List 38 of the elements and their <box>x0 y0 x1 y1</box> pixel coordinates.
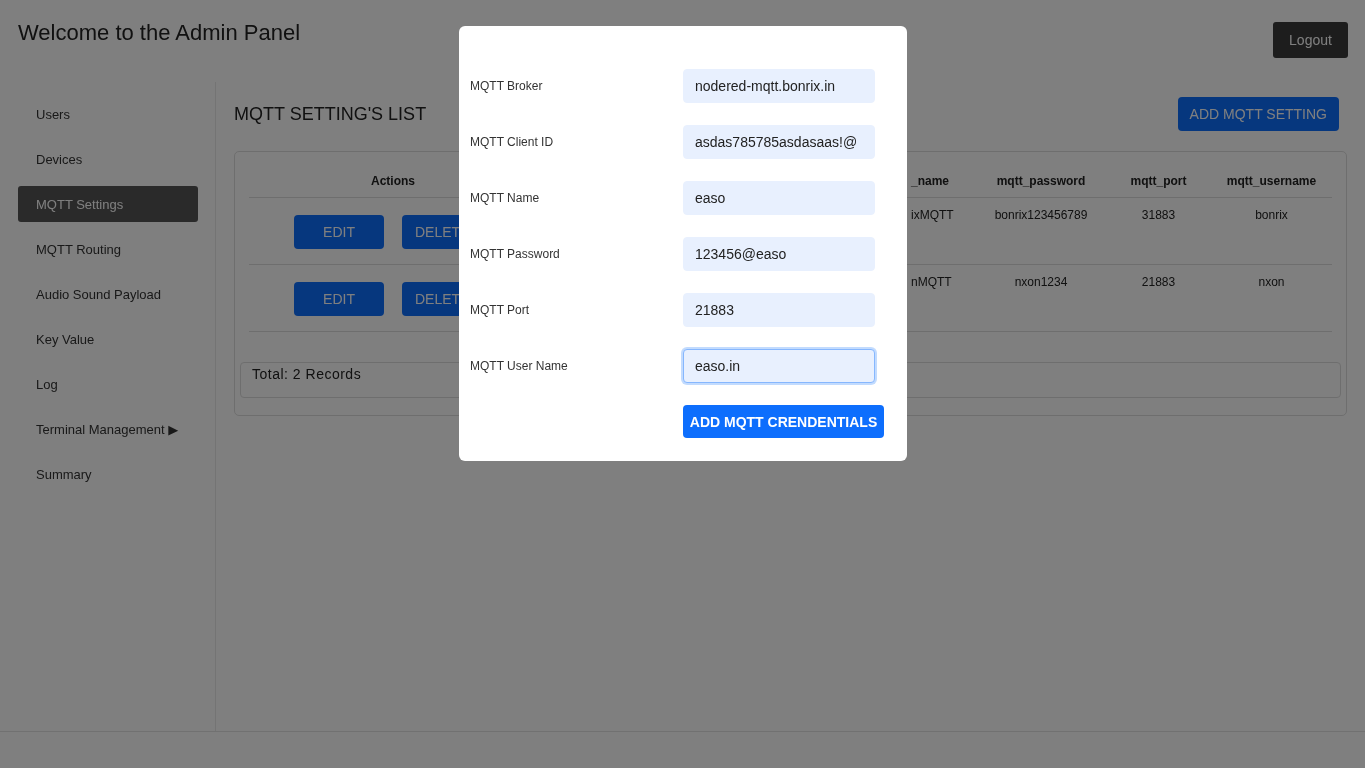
sidebar-item[interactable]: Log <box>18 366 198 402</box>
field-label: MQTT Client ID <box>470 135 555 149</box>
sidebar-item[interactable]: MQTT Routing <box>18 231 198 267</box>
field-label: MQTT Password <box>470 247 561 261</box>
column-header: _name <box>908 165 976 198</box>
table-cell: nxon <box>1211 265 1332 332</box>
sidebar-item[interactable]: Audio Sound Payload <box>18 276 198 312</box>
submit-button[interactable]: ADD MQTT CRENDENTIALS <box>683 405 884 438</box>
table-cell: 21883 <box>1106 265 1211 332</box>
sidebar-item[interactable]: MQTT Settings <box>18 186 198 222</box>
field-label: MQTT User Name <box>470 359 569 373</box>
input-field[interactable]: asdas785785asdasaas!@ <box>683 125 875 159</box>
table-cell: ixMQTT <box>908 198 976 265</box>
table-cell: 31883 <box>1106 198 1211 265</box>
column-header: mqtt_password <box>976 165 1106 198</box>
section-title: MQTT SETTING'S LIST <box>234 103 427 125</box>
logout-button[interactable]: Logout <box>1273 22 1348 58</box>
table-cell: nMQTT <box>908 265 976 332</box>
table-cell: bonrix123456789 <box>976 198 1106 265</box>
sidebar-item[interactable]: Summary <box>18 456 198 492</box>
sidebar-item[interactable]: Devices <box>18 141 198 177</box>
table-cell: nxon1234 <box>976 265 1106 332</box>
table-cell: bonrix <box>1211 198 1332 265</box>
edit-button[interactable]: EDIT <box>294 215 384 249</box>
sidebar-item[interactable]: Key Value <box>18 321 198 357</box>
sidebar-item[interactable]: Users <box>18 96 198 132</box>
column-header: mqtt_port <box>1106 165 1211 198</box>
input-field[interactable]: 123456@easo <box>683 237 875 271</box>
sidebar-item[interactable]: Terminal Management ▶ <box>18 411 198 447</box>
input-field[interactable]: easo <box>683 181 875 215</box>
edit-button[interactable]: EDIT <box>294 282 384 316</box>
add-setting-button[interactable]: ADD MQTT SETTING <box>1177 97 1339 131</box>
page-title: Welcome to the Admin Panel <box>18 20 301 46</box>
input-field[interactable]: easo.in <box>683 349 875 383</box>
field-label: MQTT Broker <box>470 79 544 93</box>
input-field[interactable]: 21883 <box>683 293 875 327</box>
input-field[interactable]: nodered-mqtt.bonrix.in <box>683 69 875 103</box>
column-header: mqtt_username <box>1211 165 1332 198</box>
